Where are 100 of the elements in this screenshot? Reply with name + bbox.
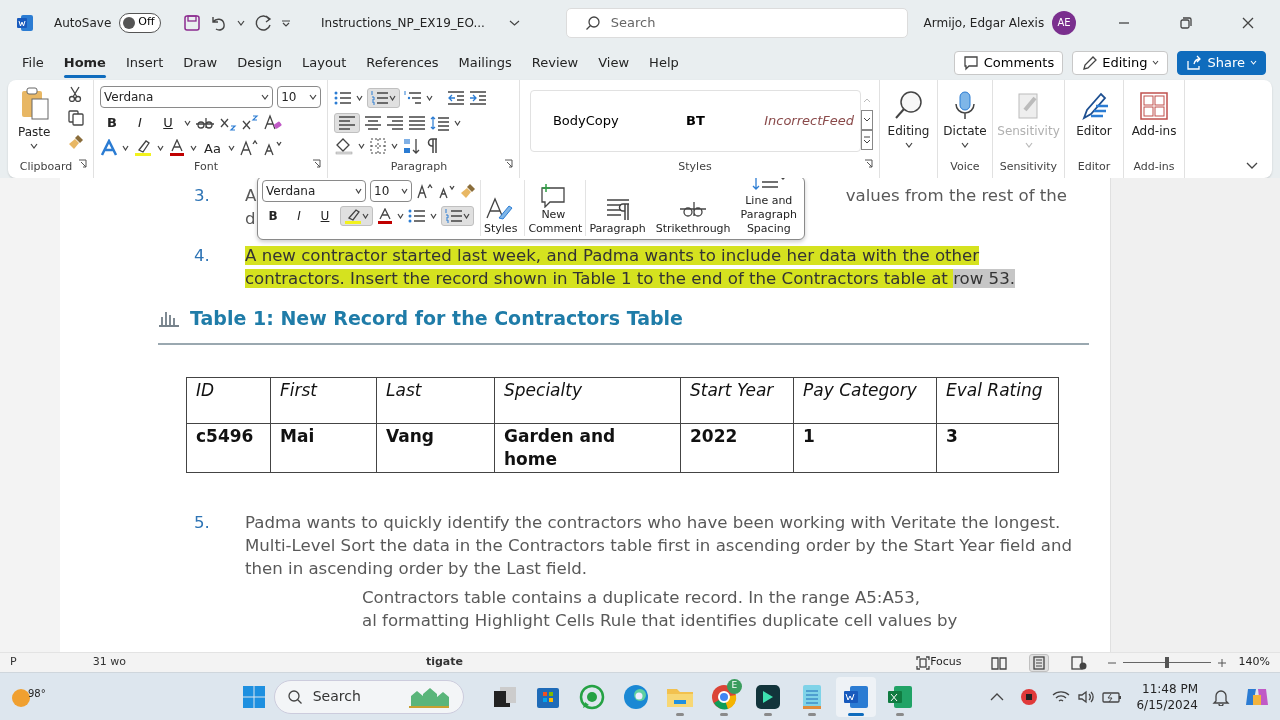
close-icon[interactable] [1242,16,1254,29]
highlighter-button[interactable] [340,206,373,226]
bold-button[interactable]: B [262,206,284,226]
chevron-down-icon[interactable] [426,95,433,101]
wifi-icon[interactable] [1052,689,1071,704]
font-color-icon[interactable] [377,208,393,224]
center-icon[interactable] [364,115,382,131]
numbering-button[interactable] [441,206,474,226]
font-name-field[interactable]: Verdana [100,86,274,108]
menu-tab[interactable]: View [588,48,640,77]
menu-tab[interactable]: Review [521,48,589,77]
strikethrough-button[interactable]: Strikethrough [652,180,734,236]
record-icon[interactable] [1020,687,1039,706]
battery-icon[interactable] [1102,689,1123,704]
editing-button[interactable]: Editing [886,84,931,148]
menu-tab[interactable]: Insert [115,48,174,77]
italic-button[interactable]: I [128,112,152,134]
chevron-down-icon[interactable] [391,143,398,149]
style-item[interactable]: IncorrectFeed [750,110,860,132]
underline-button[interactable]: U [156,112,180,134]
menu-tab[interactable]: Design [227,48,293,77]
start-icon[interactable] [241,684,266,709]
chevron-down-icon[interactable] [157,145,164,152]
styles-button[interactable]: Styles [480,180,521,236]
dialog-launcher-icon[interactable] [312,159,321,168]
web-layout-icon[interactable] [1070,655,1087,670]
shading-icon[interactable] [334,137,354,155]
highlighter-icon[interactable] [133,139,153,158]
paragraph-button[interactable]: Paragraph [585,180,649,236]
chevron-down-icon[interactable] [184,119,191,126]
grow-font-icon[interactable] [416,183,434,199]
chevron-down-icon[interactable] [430,213,437,219]
italic-button[interactable]: I [288,206,310,226]
volume-icon[interactable] [1078,689,1097,704]
file-name[interactable]: Instructions_NP_EX19_EO... [321,13,485,32]
restore-icon[interactable] [1180,16,1192,29]
dialog-launcher-icon[interactable] [504,158,513,168]
increase-indent-icon[interactable] [469,90,487,106]
taskbar-app[interactable] [835,676,876,717]
menu-tab[interactable]: Help [639,48,689,77]
focus-button[interactable]: Focus [913,653,965,672]
chevron-down-icon[interactable] [389,95,396,101]
underline-button[interactable]: U [314,206,336,226]
copy-icon[interactable] [68,110,85,126]
menu-tab[interactable]: File [12,48,54,77]
clock-time[interactable]: 11:48 PM [1142,680,1198,697]
customize-icon[interactable] [281,17,292,28]
chevron-down-icon[interactable] [356,95,363,101]
chevron-down-icon[interactable] [454,120,461,126]
chevron-up-icon[interactable] [990,691,1005,702]
chevron-down-icon[interactable] [508,19,520,26]
chevron-down-icon[interactable] [237,19,246,26]
bullets-icon[interactable] [408,208,426,224]
save-icon[interactable] [183,13,202,32]
scroll-down-icon[interactable] [861,110,873,130]
dialog-launcher-icon[interactable] [78,158,87,168]
user-avatar[interactable]: AE [1052,10,1076,35]
dialog-launcher-icon[interactable] [864,158,873,168]
numbering-button[interactable] [367,88,400,108]
chevron-down-icon[interactable] [227,145,235,152]
print-layout-button[interactable] [1028,653,1049,672]
line-spacing-icon[interactable] [430,115,450,131]
chevron-down-icon[interactable] [362,213,369,219]
menu-tab[interactable]: Draw [173,48,228,77]
chevron-down-icon[interactable] [122,145,129,152]
clear-formatting-icon[interactable] [263,113,283,132]
paintbrush-icon[interactable] [460,183,476,199]
addins-button[interactable]: Add-ins [1130,84,1178,140]
search-field[interactable]: Search [565,7,908,38]
chevron-down-icon[interactable] [355,188,362,194]
editing-button[interactable]: Editing [1072,50,1169,75]
menu-tab[interactable]: Layout [292,48,357,77]
editor-button[interactable]: Editor [1071,84,1117,140]
dictate-button[interactable]: Dictate [944,84,986,148]
font-name-field[interactable]: Verdana [262,180,366,202]
read-mode-icon[interactable] [990,655,1007,670]
scissors-icon[interactable] [68,86,83,102]
menu-tab[interactable]: Mailings [448,48,522,77]
chevron-down-icon[interactable] [463,213,470,219]
chevron-down-icon[interactable] [397,213,404,219]
notification-bell-icon[interactable] [1212,687,1230,706]
comments-button[interactable]: Comments [953,50,1064,75]
align-left-button[interactable] [334,113,360,133]
decrease-indent-icon[interactable] [447,90,465,106]
align-right-icon[interactable] [386,115,404,131]
clock-date[interactable]: 6/15/2024 [1136,696,1198,713]
bullets-icon[interactable] [334,90,352,106]
share-button[interactable]: Share [1177,50,1266,75]
shrink-font-icon[interactable] [438,183,456,199]
font-size-field[interactable]: 10 [370,180,412,202]
bold-button[interactable]: B [100,112,124,134]
chevron-down-icon[interactable] [358,143,365,149]
font-size-field[interactable]: 10 [277,86,321,108]
menu-tab[interactable]: Home [53,48,116,77]
autosave-toggle[interactable]: Off [119,12,162,33]
multilevel-list-icon[interactable] [404,90,422,106]
justify-icon[interactable] [408,115,426,131]
collapse-ribbon-icon[interactable] [1246,162,1258,170]
shrink-font-icon[interactable] [262,139,283,158]
change-case-button[interactable]: Aa [201,137,224,159]
